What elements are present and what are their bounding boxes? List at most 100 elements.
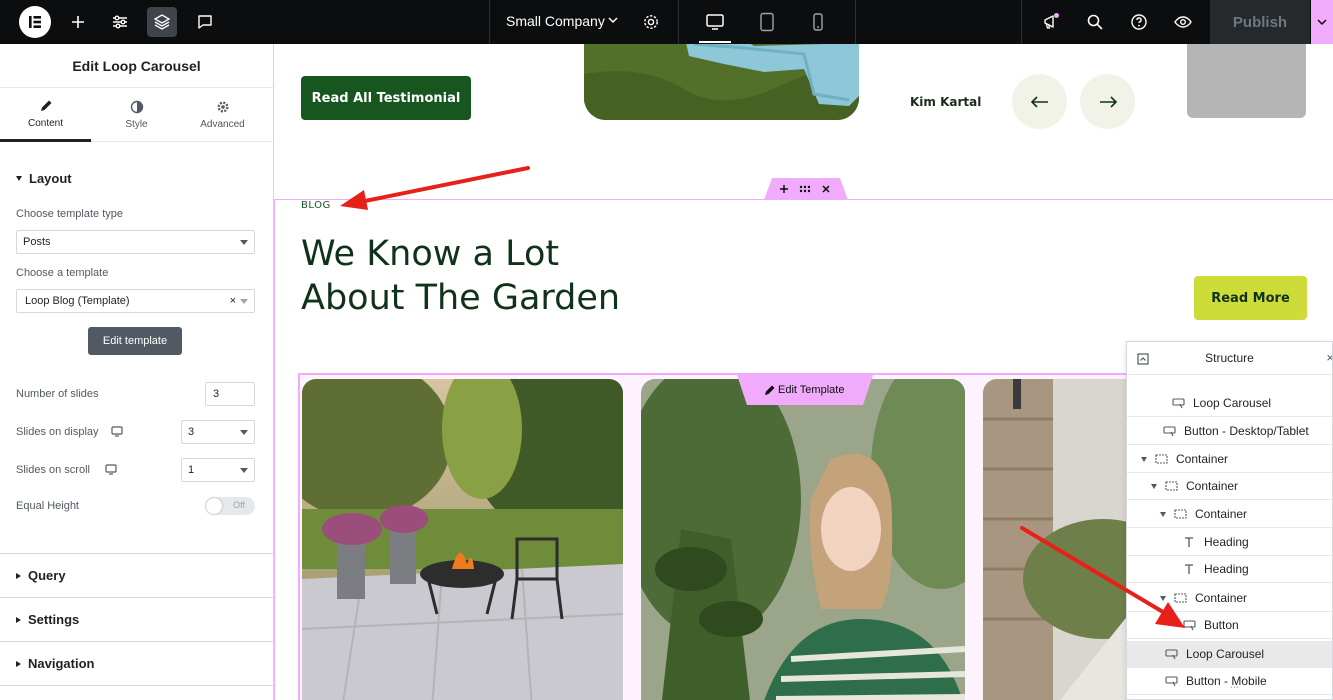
structure-header: Structure × — [1127, 342, 1332, 375]
slides-on-display-select[interactable]: 3 — [181, 420, 255, 444]
contrast-icon — [130, 100, 143, 114]
select-value: Posts — [23, 236, 51, 248]
desktop-device-icon[interactable] — [700, 7, 730, 37]
read-all-testimonial-button[interactable]: Read All Testimonial — [301, 76, 471, 120]
placeholder-image — [1187, 44, 1306, 118]
edit-template-button[interactable]: Edit template — [88, 327, 182, 355]
divider — [0, 641, 273, 642]
structure-navigator: Structure × Loop Carousel Button - Deskto… — [1126, 341, 1333, 700]
section-title: Layout — [29, 171, 72, 186]
template-select[interactable]: Loop Blog (Template) × — [16, 289, 255, 313]
add-element-icon[interactable] — [63, 7, 93, 37]
whats-new-megaphone-icon[interactable] — [1036, 7, 1066, 37]
desktop-responsive-icon[interactable] — [111, 426, 123, 437]
blog-card-image[interactable] — [641, 379, 965, 700]
publish-options-chevron-icon[interactable] — [1311, 0, 1333, 44]
caret-down-icon[interactable] — [1160, 596, 1166, 601]
structure-row-label: Loop Carousel — [1193, 396, 1272, 410]
tab-label: Advanced — [200, 119, 245, 130]
editor-topbar: Small Company Publish — [0, 0, 1333, 44]
close-icon[interactable]: × — [1326, 350, 1332, 365]
panel-tabs: Content Style Advanced — [0, 88, 273, 142]
dropdown-arrow-icon — [240, 468, 248, 473]
structure-row-label: Heading — [1204, 562, 1249, 576]
preview-eye-icon[interactable] — [1168, 7, 1198, 37]
structure-row[interactable]: Container — [1127, 501, 1332, 528]
slides-on-scroll-select[interactable]: 1 — [181, 458, 255, 482]
divider — [855, 0, 856, 44]
clear-selection-icon[interactable]: × — [230, 295, 236, 307]
tab-label: Style — [125, 119, 148, 130]
site-name[interactable]: Small Company — [506, 13, 605, 29]
select-value: Loop Blog (Template) — [25, 295, 130, 307]
tablet-device-icon[interactable] — [752, 7, 782, 37]
equal-height-label: Equal Height — [16, 500, 79, 512]
divider — [0, 553, 273, 554]
tab-content[interactable]: Content — [0, 88, 91, 142]
structure-row-label: Button — [1204, 618, 1239, 632]
template-type-label: Choose template type — [16, 208, 124, 220]
structure-row-label: Heading — [1204, 535, 1249, 549]
chevron-down-icon[interactable] — [606, 13, 620, 32]
template-type-select[interactable]: Posts — [16, 230, 255, 254]
section-navigation-toggle[interactable]: Navigation — [16, 656, 94, 671]
structure-layers-icon[interactable] — [147, 7, 177, 37]
publish-button[interactable]: Publish — [1210, 0, 1310, 44]
caret-right-icon — [16, 572, 21, 579]
comments-icon[interactable] — [190, 7, 220, 37]
structure-row[interactable]: Heading — [1127, 529, 1332, 556]
section-handle[interactable] — [764, 178, 848, 200]
structure-row[interactable]: Container — [1127, 446, 1332, 473]
tab-advanced[interactable]: Advanced — [177, 88, 268, 142]
divider — [1021, 0, 1022, 44]
testimonial-author: Kim Kartal — [910, 95, 982, 109]
structure-row[interactable]: Heading — [1127, 556, 1332, 583]
divider — [0, 685, 273, 686]
caret-down-icon — [16, 176, 22, 181]
mobile-device-icon[interactable] — [803, 7, 833, 37]
panel-title: Edit Loop Carousel — [0, 44, 273, 88]
heading-line: About The Garden — [301, 278, 621, 318]
dropdown-arrow-icon — [240, 240, 248, 245]
carousel-next-button[interactable] — [1080, 74, 1135, 129]
desktop-responsive-icon[interactable] — [105, 464, 117, 475]
arrow-left-icon — [1030, 95, 1048, 108]
pencil-icon — [40, 100, 51, 111]
help-icon[interactable] — [1124, 7, 1154, 37]
active-device-indicator — [699, 41, 731, 43]
structure-row[interactable]: Container — [1127, 585, 1332, 612]
carousel-prev-button[interactable] — [1012, 74, 1067, 129]
more-indicator: ... — [1230, 679, 1240, 691]
search-icon[interactable] — [1080, 7, 1110, 37]
number-of-slides-label: Number of slides — [16, 388, 99, 400]
number-of-slides-input[interactable]: 3 — [205, 382, 255, 406]
tab-style[interactable]: Style — [91, 88, 182, 142]
elementor-logo-icon[interactable] — [19, 6, 51, 38]
section-layout-toggle[interactable]: Layout — [16, 171, 72, 186]
widget-icon — [1163, 425, 1176, 440]
container-icon — [1165, 480, 1178, 495]
section-query-toggle[interactable]: Query — [16, 568, 66, 583]
select-value: 3 — [188, 426, 195, 438]
heading-line: We Know a Lot — [301, 234, 560, 274]
structure-row[interactable]: Loop Carousel — [1127, 641, 1332, 668]
structure-row[interactable]: Container — [1127, 473, 1332, 500]
structure-row[interactable]: Button - Desktop/Tablet — [1127, 418, 1332, 445]
blog-card-image[interactable] — [302, 379, 623, 700]
equal-height-toggle[interactable]: Off — [205, 497, 255, 515]
divider — [489, 0, 490, 44]
structure-row-label: Container — [1195, 591, 1248, 605]
widget-icon — [1165, 648, 1178, 663]
caret-down-icon[interactable] — [1160, 512, 1166, 517]
site-settings-sliders-icon[interactable] — [105, 7, 135, 37]
caret-down-icon[interactable] — [1151, 484, 1157, 489]
caret-down-icon[interactable] — [1141, 457, 1147, 462]
section-settings-toggle[interactable]: Settings — [16, 612, 79, 627]
divider — [0, 597, 273, 598]
read-more-button[interactable]: Read More — [1194, 276, 1307, 320]
structure-row[interactable]: Loop Carousel — [1127, 390, 1332, 417]
edit-template-tab-label[interactable]: Edit Template — [778, 384, 844, 396]
structure-row[interactable]: Button — [1127, 612, 1332, 639]
arrow-right-icon — [1099, 95, 1117, 108]
page-settings-gear-icon[interactable] — [636, 7, 666, 37]
